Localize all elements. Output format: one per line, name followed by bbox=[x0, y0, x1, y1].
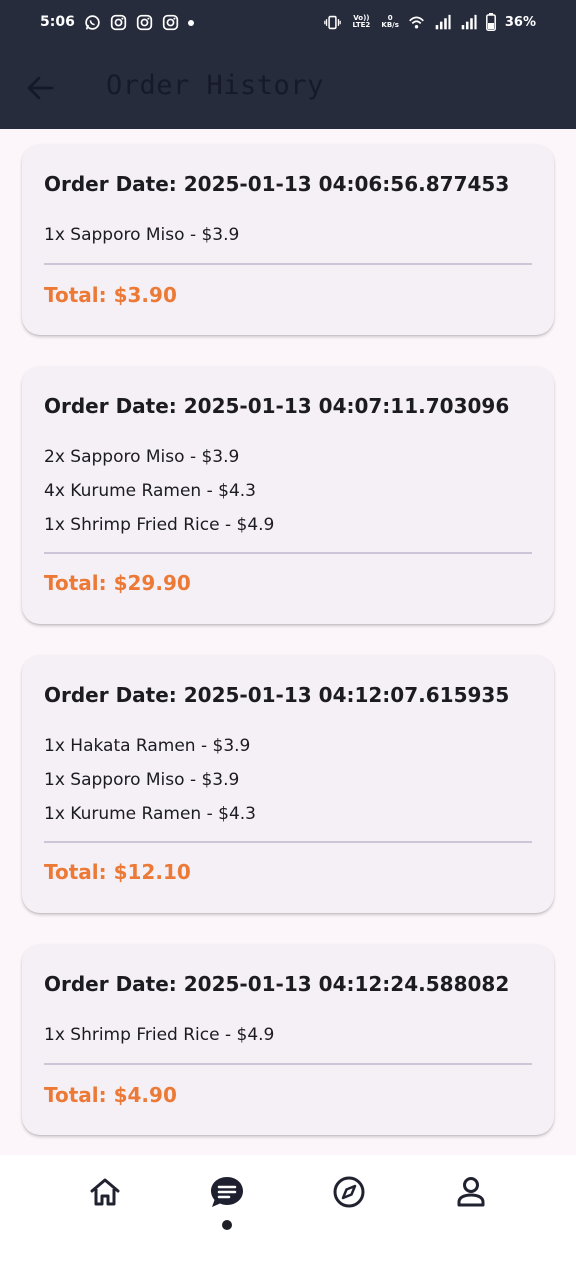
vibrate-icon bbox=[324, 15, 342, 29]
order-card: Order Date: 2025-01-13 04:12:07.615935 1… bbox=[22, 655, 554, 913]
system-icons: Vo)) LTE2 0 KB/s 36% bbox=[324, 13, 536, 31]
back-arrow-icon[interactable] bbox=[24, 72, 56, 104]
compass-icon[interactable] bbox=[329, 1172, 369, 1212]
battery-icon bbox=[485, 13, 496, 31]
selected-indicator bbox=[222, 1220, 232, 1230]
status-time: 5:06 bbox=[40, 14, 75, 30]
page-title: Order History bbox=[106, 70, 324, 101]
instagram-icon bbox=[110, 14, 127, 31]
signal-icon bbox=[461, 14, 477, 29]
order-item: 1x Sapporo Miso - $3.9 bbox=[44, 225, 240, 245]
app-bar: Order History bbox=[0, 46, 576, 129]
order-total: Total: $12.10 bbox=[44, 860, 191, 884]
bottom-navigation bbox=[0, 1155, 576, 1280]
home-icon[interactable] bbox=[85, 1172, 125, 1212]
top-bar: 5:06 Vo)) LTE2 0 KB/s 36% Order History bbox=[0, 0, 576, 129]
person-icon[interactable] bbox=[451, 1172, 491, 1212]
divider bbox=[44, 263, 532, 265]
order-item: 1x Shrimp Fried Rice - $4.9 bbox=[44, 515, 275, 535]
order-date: Order Date: 2025-01-13 04:12:24.588082 bbox=[44, 972, 510, 996]
order-item: 1x Shrimp Fried Rice - $4.9 bbox=[44, 1025, 275, 1045]
notification-icons bbox=[84, 14, 194, 31]
order-item: 4x Kurume Ramen - $4.3 bbox=[44, 481, 256, 501]
wifi-icon bbox=[408, 16, 424, 28]
order-total: Total: $3.90 bbox=[44, 283, 177, 307]
order-items: 1x Shrimp Fried Rice - $4.9 bbox=[44, 1024, 274, 1058]
order-total: Total: $4.90 bbox=[44, 1083, 177, 1107]
order-item: 1x Kurume Ramen - $4.3 bbox=[44, 804, 256, 824]
order-list[interactable]: Order Date: 2025-01-13 04:06:56.877453 1… bbox=[0, 129, 576, 1155]
order-date: Order Date: 2025-01-13 04:06:56.877453 bbox=[44, 172, 510, 196]
more-notifications-dot bbox=[188, 19, 194, 26]
instagram-icon bbox=[136, 14, 153, 31]
divider bbox=[44, 1063, 532, 1065]
order-card: Order Date: 2025-01-13 04:07:11.703096 2… bbox=[22, 366, 554, 624]
order-date: Order Date: 2025-01-13 04:07:11.703096 bbox=[44, 394, 510, 418]
status-bar: 5:06 Vo)) LTE2 0 KB/s 36% bbox=[0, 0, 576, 46]
order-card: Order Date: 2025-01-13 04:06:56.877453 1… bbox=[22, 144, 554, 335]
divider bbox=[44, 552, 532, 554]
order-total: Total: $29.90 bbox=[44, 571, 191, 595]
data-speed: 0 KB/s bbox=[381, 15, 398, 29]
data-speed-unit: KB/s bbox=[381, 21, 399, 29]
divider bbox=[44, 841, 532, 843]
whatsapp-icon bbox=[85, 15, 100, 30]
order-date: Order Date: 2025-01-13 04:12:07.615935 bbox=[44, 683, 510, 707]
order-items: 1x Sapporo Miso - $3.9 bbox=[44, 224, 239, 258]
order-items: 1x Hakata Ramen - $3.9 1x Sapporo Miso -… bbox=[44, 735, 256, 837]
order-items: 2x Sapporo Miso - $3.9 4x Kurume Ramen -… bbox=[44, 446, 274, 548]
order-card: Order Date: 2025-01-13 04:12:24.588082 1… bbox=[22, 944, 554, 1135]
battery-percent: 36% bbox=[504, 14, 536, 30]
network-label: Vo)) LTE2 bbox=[352, 14, 371, 29]
signal-icon bbox=[435, 14, 451, 29]
chat-icon[interactable] bbox=[207, 1172, 247, 1212]
instagram-icon bbox=[162, 14, 179, 31]
order-item: 1x Sapporo Miso - $3.9 bbox=[44, 770, 240, 790]
order-item: 2x Sapporo Miso - $3.9 bbox=[44, 447, 240, 467]
order-item: 1x Hakata Ramen - $3.9 bbox=[44, 736, 251, 756]
